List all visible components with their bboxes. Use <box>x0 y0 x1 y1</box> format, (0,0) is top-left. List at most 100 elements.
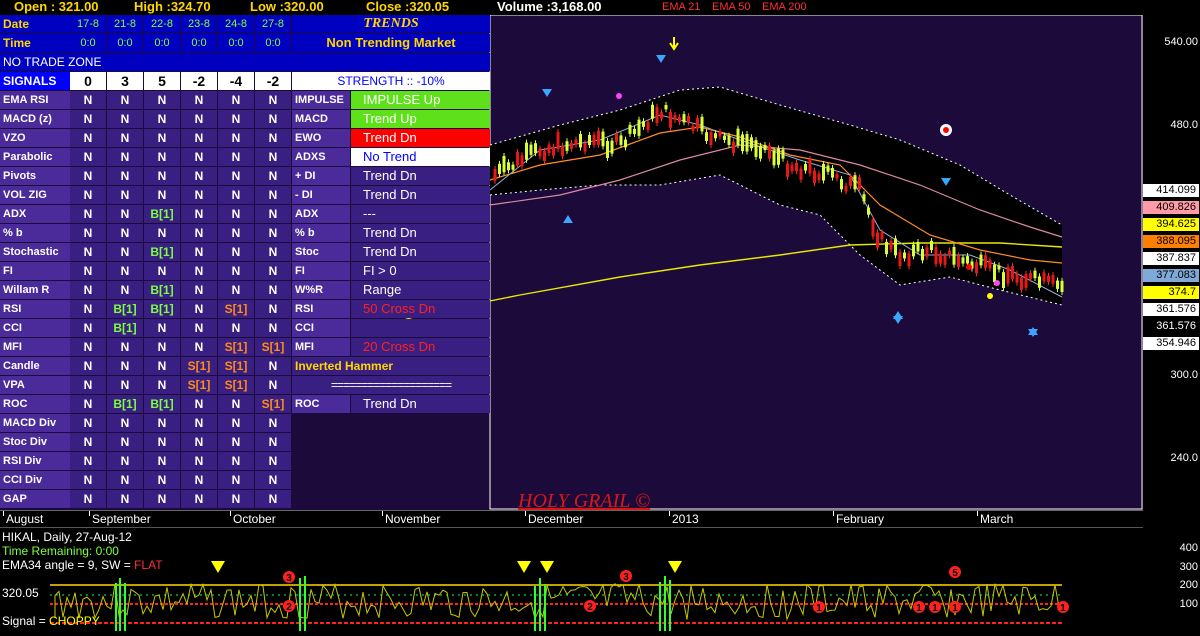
candle-body <box>588 134 591 146</box>
signal-cell: N <box>255 129 291 147</box>
candle-body <box>633 128 636 135</box>
price-axis: 540.00 480.0 300.0 240.0 414.099 409.826 394.6… <box>1143 15 1200 510</box>
signal-cell: N <box>70 110 106 128</box>
candle-body <box>646 122 650 130</box>
candle-body <box>561 145 564 157</box>
signal-state: CHOPPY <box>49 614 100 628</box>
trend-label: EWO <box>292 129 350 147</box>
signal-cell: N <box>107 243 143 261</box>
trend-value <box>351 319 490 337</box>
candle-body <box>615 133 618 143</box>
candle-body <box>754 140 758 157</box>
signal-cell: N <box>255 414 291 432</box>
candle-body <box>871 219 875 237</box>
candle-body <box>628 124 632 134</box>
candle-body <box>903 252 906 259</box>
signal-cell: N <box>255 243 291 261</box>
signal-cell: N <box>144 376 180 394</box>
signal-cell: N <box>255 205 291 223</box>
trend-value: Range <box>351 281 490 299</box>
candle-body <box>547 144 551 154</box>
ema-angle-prefix: EMA34 angle = 9, SW = <box>2 558 135 572</box>
signal-cell: B[1] <box>144 205 180 223</box>
time-tick-mark <box>525 511 526 516</box>
candle-body <box>516 152 519 166</box>
candle-body <box>619 135 623 145</box>
signal-cell: S[1] <box>181 376 217 394</box>
trend-label: FI <box>292 262 350 280</box>
candle-body <box>804 164 807 171</box>
candle-body <box>601 131 605 147</box>
indicator-panel[interactable]: 3352211111 HIKAL, Daily, 27-Aug-12 Time … <box>0 527 1143 631</box>
candle-body <box>493 168 497 181</box>
candle-body <box>529 144 533 155</box>
candle-body <box>1038 276 1041 288</box>
signal-cell: N <box>218 319 254 337</box>
count-marker-label: 3 <box>286 573 292 584</box>
candle-body <box>610 140 614 154</box>
candle-body <box>952 247 956 265</box>
candle-body <box>714 133 717 139</box>
signal-cell: N <box>144 167 180 185</box>
date-cell: 27-8 <box>255 15 291 33</box>
signal-cell: N <box>144 91 180 109</box>
ema50-legend: EMA 50 <box>712 1 751 13</box>
price-level-box: 388.095 <box>1143 235 1199 248</box>
indicator-row-label: CCI <box>0 319 70 337</box>
signal-score: 0 <box>70 72 106 90</box>
signal-score: -2 <box>255 72 291 90</box>
indicator-row-label: VOL ZIG <box>0 186 70 204</box>
open-value: Open : 321.00 <box>14 0 99 14</box>
strength-value: STRENGTH :: -10% <box>292 72 490 90</box>
count-marker-label: 1 <box>1060 603 1066 614</box>
signal-prefix: Signal = <box>2 614 50 628</box>
ema200-legend: EMA 200 <box>762 1 807 13</box>
buy-arrow-icon <box>893 311 903 319</box>
signal-cell: N <box>107 433 143 451</box>
indicator-row-label: MACD (z) <box>0 110 70 128</box>
ohlc-bar: Open : 321.00 High :324.70 Low :320.00 C… <box>0 0 1200 15</box>
candle-body <box>957 255 960 267</box>
signal-cell: N <box>144 186 180 204</box>
signal-cell: N <box>218 395 254 413</box>
price-level-box: 394.625 <box>1143 218 1199 231</box>
signal-cell: N <box>70 490 106 508</box>
yellow-down-arrow-icon <box>540 561 554 573</box>
signal-cell: S[1] <box>255 338 291 356</box>
candle-body <box>817 173 821 181</box>
signal-cell: B[1] <box>144 281 180 299</box>
signal-cell: N <box>255 452 291 470</box>
indicator-row-label: Willam R <box>0 281 70 299</box>
candle-body <box>813 170 816 184</box>
count-marker-label: 2 <box>587 602 593 613</box>
yellow-down-arrow-icon <box>517 561 531 573</box>
candle-pattern: Inverted Hammer <box>292 357 490 375</box>
indicator-row-label: Pivots <box>0 167 70 185</box>
candle-body <box>741 134 744 152</box>
signal-cell: N <box>255 357 291 375</box>
trend-label: ADXS <box>292 148 350 166</box>
candle-body <box>768 145 771 159</box>
signal-cell: S[1] <box>181 357 217 375</box>
trends-subtitle: Non Trending Market <box>292 34 490 52</box>
candle-body <box>975 262 978 274</box>
signal-cell: N <box>144 262 180 280</box>
candle-body <box>993 264 996 283</box>
candle-body <box>1006 266 1010 284</box>
signal-cell: S[1] <box>218 357 254 375</box>
candle-body <box>502 155 506 173</box>
candle-body <box>1011 266 1014 279</box>
candle-body <box>943 256 947 265</box>
trend-value: No Trend <box>351 148 490 166</box>
candle-body <box>1015 273 1019 283</box>
candle-body <box>727 135 731 145</box>
signal-cell: N <box>70 186 106 204</box>
candle-body <box>705 132 708 141</box>
candle-body <box>925 247 929 257</box>
candle-body <box>826 165 830 172</box>
sell-arrow-icon <box>542 89 552 97</box>
signal-cell: N <box>107 205 143 223</box>
signal-cell: N <box>255 471 291 489</box>
signal-cell: N <box>181 243 217 261</box>
signals-label: SIGNALS <box>0 72 70 90</box>
